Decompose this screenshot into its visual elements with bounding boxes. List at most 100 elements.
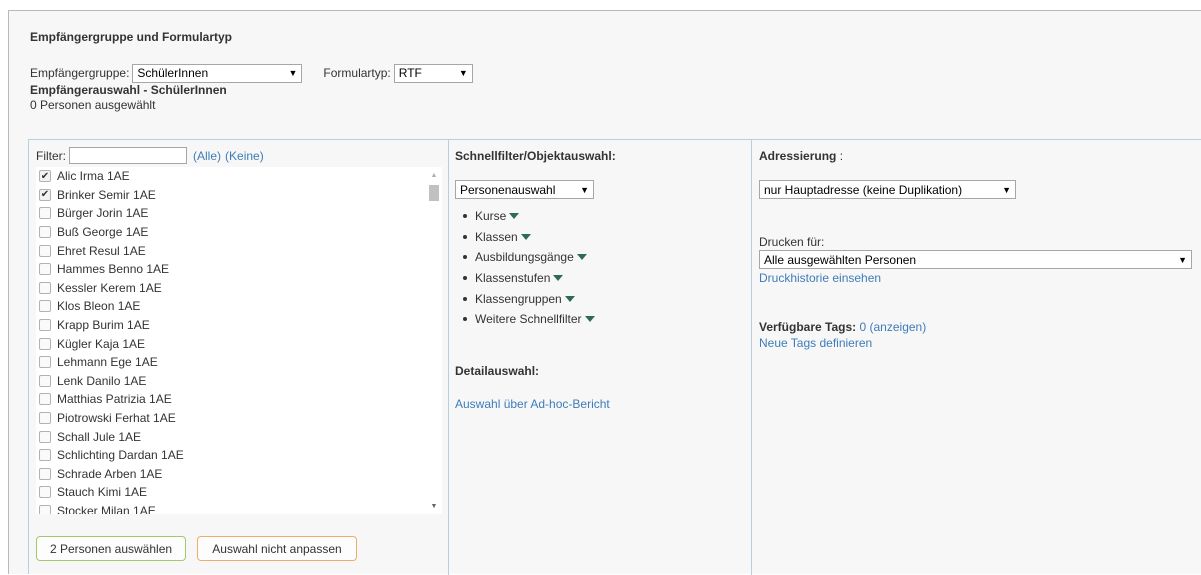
form-type-select[interactable]: RTF ▼ [393,63,473,83]
person-checkbox[interactable] [39,393,51,406]
recipient-group-select[interactable]: SchülerInnen ▼ [132,63,303,83]
person-checkbox[interactable] [39,244,51,257]
person-checkbox[interactable] [39,430,51,443]
panel-title: Empfängergruppe und Formulartyp [30,30,233,44]
scroll-up-icon[interactable]: ▲ [426,167,442,183]
list-item[interactable]: Kessler Kerem 1AE [36,279,426,298]
person-name: Piotrowski Ferhat 1AE [57,411,176,426]
person-selection-select[interactable]: Personenauswahl ▼ [455,180,594,199]
person-checkbox[interactable] [39,337,51,350]
bullet-icon [463,296,467,301]
triangle-down-icon[interactable] [509,213,520,220]
bullet-icon [463,317,467,322]
person-checkbox[interactable] [39,449,51,462]
list-item[interactable]: Buß George 1AE [36,223,426,242]
list-item[interactable]: Matthias Patrizia 1AE [36,390,426,409]
quickfilter-item[interactable]: Klassen [463,227,595,248]
list-item[interactable]: Lenk Danilo 1AE [36,372,426,391]
bullet-icon [463,276,467,281]
scroll-down-icon[interactable]: ▼ [426,498,442,514]
person-list-box[interactable]: ✔ Alic Irma 1AE ✔ Brinker Semir 1AE Bürger J… [36,167,442,514]
quickfilter-item-label: Kurse [475,209,507,224]
person-name: Stauch Kimi 1AE [57,485,148,500]
person-name: Schlichting Dardan 1AE [57,448,184,463]
print-for-value: Alle ausgewählten Personen [764,252,917,267]
scroll-thumb[interactable] [429,185,439,201]
triangle-down-icon[interactable] [584,316,595,323]
list-item[interactable]: ✔ Brinker Semir 1AE [36,186,426,205]
person-checkbox[interactable] [39,263,51,276]
person-checkbox[interactable]: ✔ [39,188,51,201]
adhoc-report-link[interactable]: Auswahl über Ad-hoc-Bericht [455,397,610,411]
person-checkbox[interactable] [39,412,51,425]
list-item[interactable]: Stocker Milan 1AE [36,502,426,514]
list-item[interactable]: Klos Bleon 1AE [36,297,426,316]
tags-show-link[interactable]: (anzeigen) [870,320,927,334]
selection-title: Empfängerauswahl - SchülerInnen [30,83,227,97]
tags-label: Verfügbare Tags: [759,320,857,334]
list-item[interactable]: Kügler Kaja 1AE [36,334,426,353]
list-item[interactable]: Ehret Resul 1AE [36,241,426,260]
checkmark-icon: ✔ [40,170,50,182]
tags-count: 0 [859,320,867,334]
address-value: nur Hauptadresse (keine Duplikation) [764,182,963,197]
tags-row: Verfügbare Tags: 0 (anzeigen) [759,320,926,334]
scrollbar[interactable]: ▲ ▼ [426,167,442,514]
person-checkbox[interactable] [39,467,51,480]
chevron-down-icon: ▼ [288,68,298,78]
quickfilter-item[interactable]: Ausbildungsgänge [463,247,595,268]
list-item[interactable]: Schall Jule 1AE [36,427,426,446]
triangle-down-icon[interactable] [576,254,587,261]
no-adjust-button[interactable]: Auswahl nicht anpassen [197,536,357,561]
triangle-down-icon[interactable] [564,295,575,302]
list-item[interactable]: Schlichting Dardan 1AE [36,446,426,465]
addressing-title: Adressierung : [759,149,843,163]
person-name: Stocker Milan 1AE [57,503,156,514]
triangle-down-icon[interactable] [520,233,531,240]
address-select[interactable]: nur Hauptadresse (keine Duplikation) ▼ [759,180,1016,199]
print-for-select[interactable]: Alle ausgewählten Personen ▼ [759,250,1192,269]
list-item[interactable]: Stauch Kimi 1AE [36,483,426,502]
addressing-colon: : [839,149,844,163]
quickfilter-item[interactable]: Weitere Schnellfilter [463,309,595,330]
list-item[interactable]: Schrade Arben 1AE [36,465,426,484]
bullet-icon [463,234,467,239]
person-checkbox[interactable] [39,356,51,369]
list-item[interactable]: Piotrowski Ferhat 1AE [36,409,426,428]
person-checkbox[interactable] [39,504,51,514]
person-checkbox[interactable] [39,319,51,332]
person-checkbox[interactable] [39,207,51,220]
triangle-down-icon[interactable] [553,275,564,282]
select-persons-button[interactable]: 2 Personen auswählen [36,536,186,561]
detail-selection-title: Detailauswahl: [455,364,540,378]
list-item[interactable]: Hammes Benno 1AE [36,260,426,279]
filter-input[interactable] [69,147,187,164]
list-item[interactable]: Lehmann Ege 1AE [36,353,426,372]
person-checkbox[interactable]: ✔ [39,170,51,183]
person-name: Buß George 1AE [57,225,149,240]
person-checkbox[interactable] [39,300,51,313]
chevron-down-icon: ▼ [458,68,468,78]
person-checkbox[interactable] [39,281,51,294]
selection-count: 0 Personen ausgewählt [30,98,156,112]
filter-label: Filter: [36,148,66,163]
print-history-link[interactable]: Druckhistorie einsehen [759,271,881,285]
quickfilter-item[interactable]: Klassenstufen [463,268,595,289]
person-checkbox[interactable] [39,374,51,387]
select-all-link[interactable]: (Alle) [193,149,221,163]
person-checkbox[interactable] [39,226,51,239]
bullet-icon [463,214,467,219]
select-none-link[interactable]: (Keine) [225,149,264,163]
new-tags-link[interactable]: Neue Tags definieren [759,336,872,350]
list-item[interactable]: Krapp Burim 1AE [36,316,426,335]
person-name: Lehmann Ege 1AE [57,355,158,370]
list-item[interactable]: Bürger Jorin 1AE [36,204,426,223]
quickfilter-item[interactable]: Kurse [463,206,595,227]
person-list: ✔ Alic Irma 1AE ✔ Brinker Semir 1AE Bürger J… [36,167,426,514]
person-name: Ehret Resul 1AE [57,243,146,258]
quickfilter-item[interactable]: Klassengruppen [463,288,595,309]
list-item[interactable]: ✔ Alic Irma 1AE [36,167,426,186]
person-checkbox[interactable] [39,486,51,499]
person-name: Klos Bleon 1AE [57,299,141,314]
filter-row: Filter: (Alle) (Keine) [36,147,264,164]
